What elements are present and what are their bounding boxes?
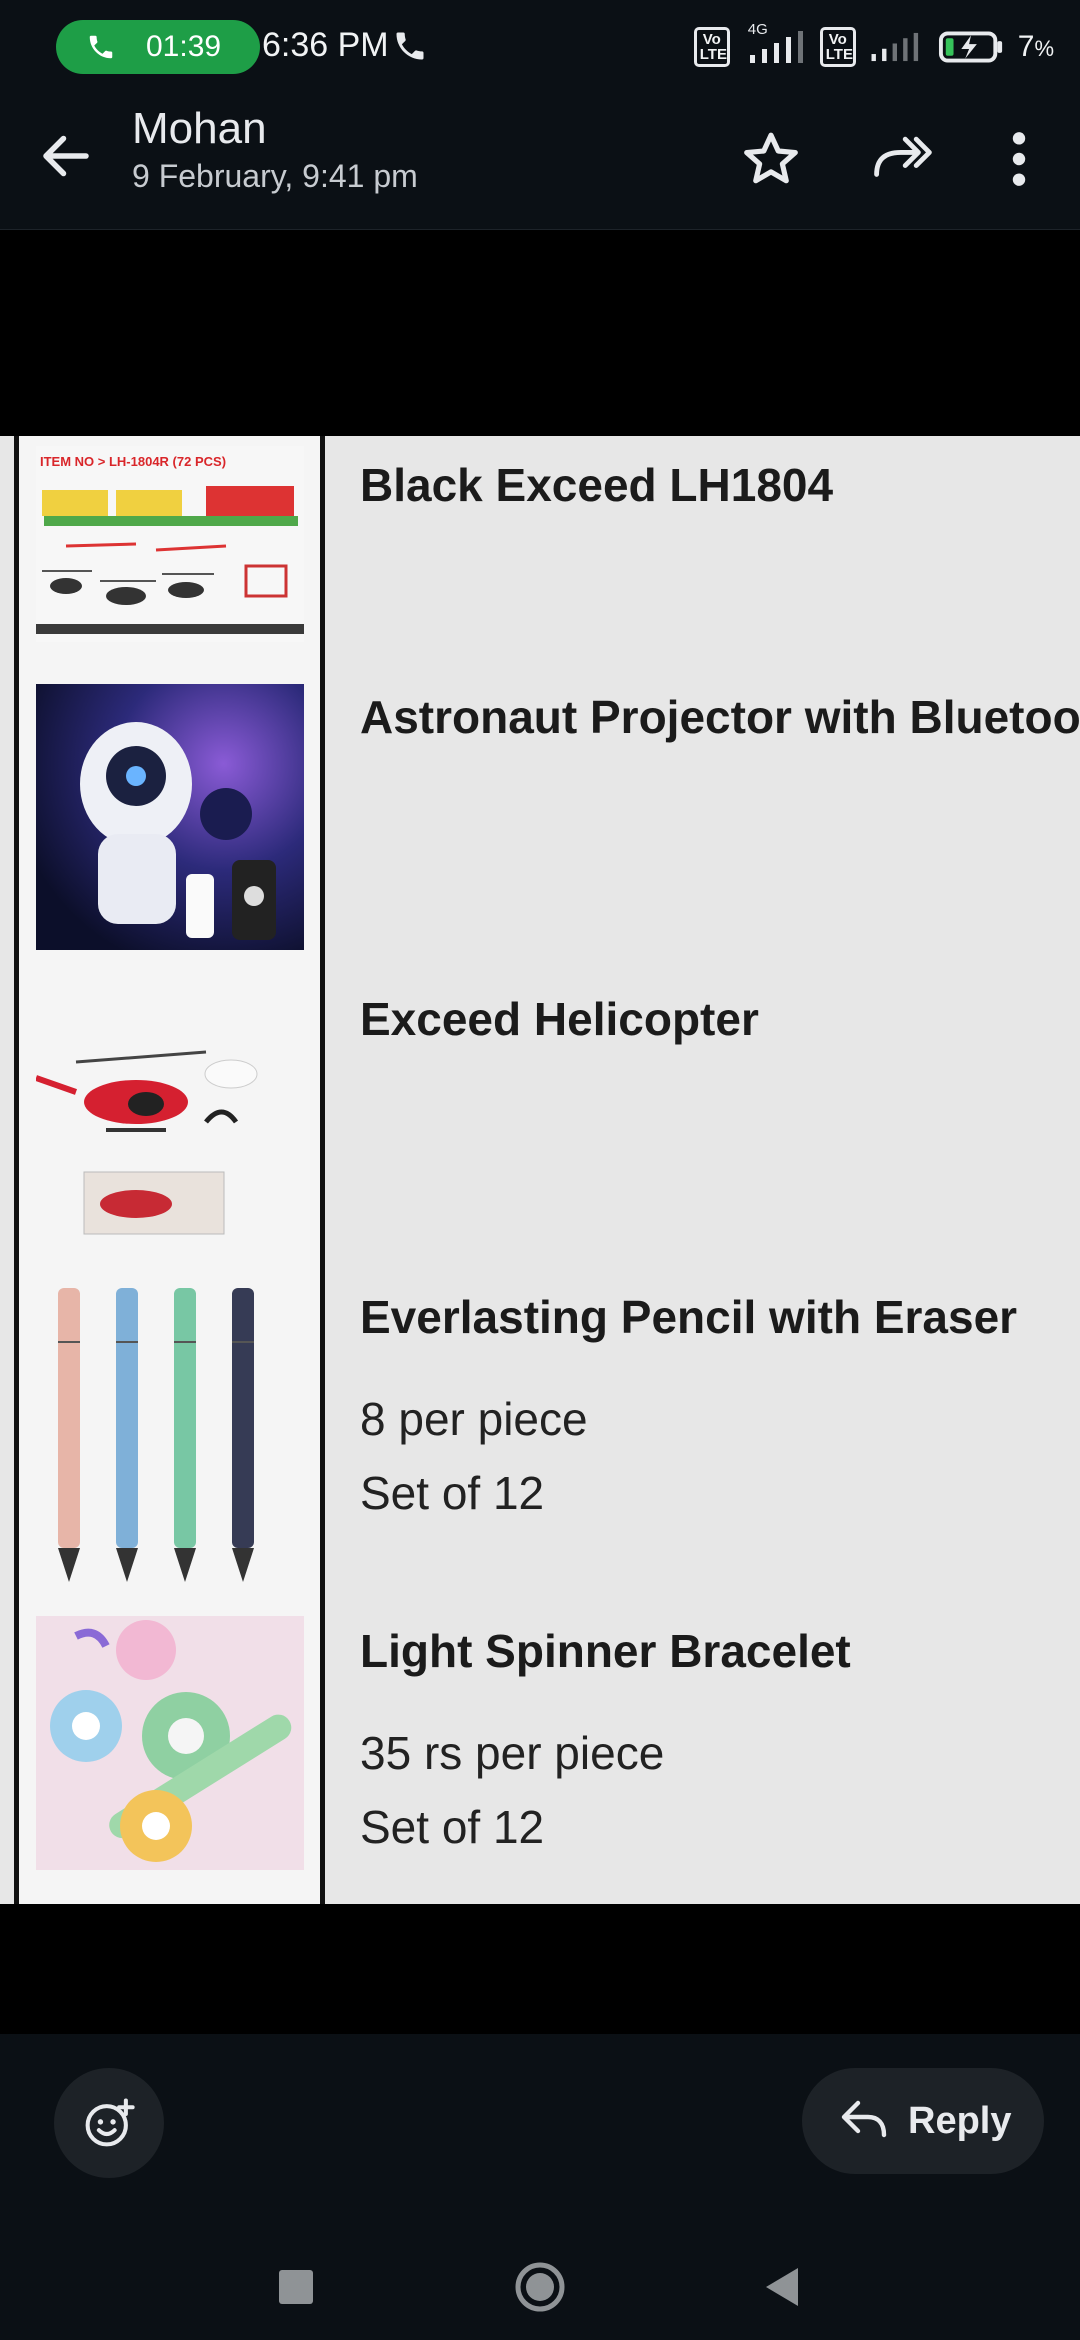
star-icon[interactable] (740, 128, 802, 190)
add-reaction-button[interactable] (54, 2068, 164, 2178)
signal-icon (871, 32, 918, 62)
title-block: Mohan 9 February, 9:41 pm (132, 104, 418, 195)
clock: 6:36 PM (262, 26, 389, 64)
bottom-action-bar: Reply (0, 2034, 1080, 2236)
product-price: 8 per piece (360, 1393, 588, 1445)
divider (320, 436, 325, 1904)
message-date: 9 February, 9:41 pm (132, 158, 418, 194)
add-reaction-icon (85, 2098, 135, 2147)
volte-icon: Vo LTE (693, 27, 730, 67)
reply-button[interactable]: Reply (802, 2068, 1044, 2174)
product-title: Black Exceed LH1804 (360, 459, 834, 511)
product-title: Astronaut Projector with Bluetooth (360, 691, 1080, 743)
product-thumbnail-everlasting-pencil (36, 1282, 304, 1588)
product-title: Everlasting Pencil with Eraser (360, 1291, 1018, 1343)
product-price: 35 rs per piece (360, 1727, 665, 1779)
product-title: Light Spinner Bracelet (360, 1625, 851, 1677)
message-header: Mohan 9 February, 9:41 pm (0, 92, 1080, 230)
phone-icon (396, 32, 424, 60)
battery-percentage: 7% (1018, 30, 1054, 64)
home-button[interactable] (514, 2261, 566, 2313)
product-title: Exceed Helicopter (360, 993, 759, 1045)
phone-icon (89, 35, 113, 59)
call-timer: 01:39 (146, 30, 222, 63)
system-navigation-bar (0, 2236, 1080, 2340)
reply-icon (841, 2100, 887, 2138)
reply-label: Reply (908, 2099, 1012, 2142)
app-root: 01:39 6:36 PM Vo LTE 4G Vo LTE 7% Mohan … (0, 0, 1080, 2340)
forward-icon[interactable] (870, 128, 936, 190)
signal-4g-icon: 4G (742, 21, 808, 67)
contact-name: Mohan (132, 104, 267, 153)
thumb-caption: ITEM NO > LH-1804R (72 PCS) (40, 454, 226, 469)
status-icons: Vo LTE 4G Vo LTE 7% (693, 21, 1054, 70)
product-thumbnail-helicopter-set: ITEM NO > LH-1804R (72 PCS) (36, 446, 304, 642)
product-thumbnail-exceed-helicopter (36, 1012, 304, 1252)
divider (14, 436, 19, 1904)
back-arrow-icon[interactable] (36, 126, 96, 186)
product-thumbnail-spinner-bracelet (36, 1616, 304, 1870)
message-attachment-area[interactable]: ITEM NO > LH-1804R (72 PCS) Black Exceed… (0, 230, 1080, 2034)
product-sheet-image: ITEM NO > LH-1804R (72 PCS) Black Exceed… (0, 436, 1080, 1904)
status-bar: 01:39 6:36 PM Vo LTE 4G Vo LTE 7% (0, 0, 1080, 92)
battery-value: 7 (1017, 30, 1035, 63)
product-thumbnail-astronaut-projector (36, 684, 304, 950)
product-set-size: Set of 12 (360, 1467, 545, 1519)
back-nav-button[interactable] (762, 2266, 802, 2308)
battery-charging-icon (938, 31, 1002, 63)
product-set-size: Set of 12 (360, 1801, 545, 1853)
battery-unit: % (1034, 36, 1054, 61)
ongoing-call-pill[interactable]: 01:39 (56, 20, 260, 74)
more-vert-icon[interactable] (1004, 128, 1034, 190)
volte-icon: Vo LTE (819, 27, 856, 67)
recents-button[interactable] (279, 2270, 313, 2304)
